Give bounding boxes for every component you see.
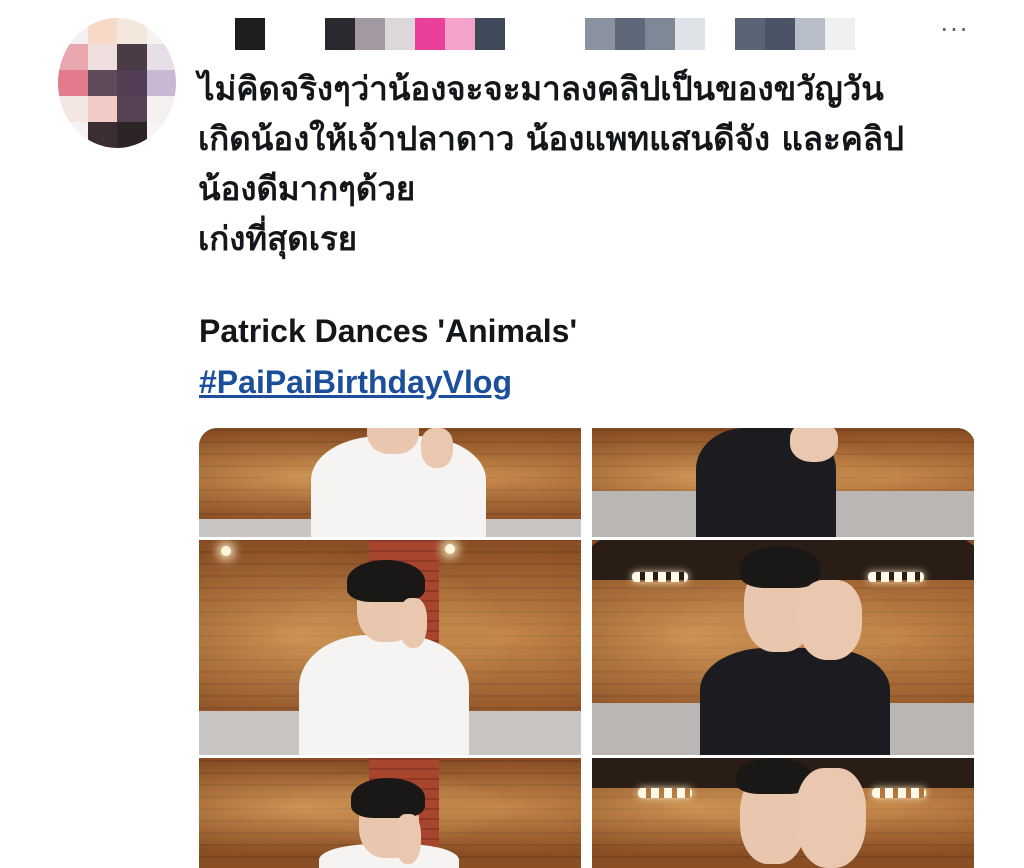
more-options-icon[interactable]: ··· xyxy=(935,18,975,48)
white-shirt xyxy=(299,635,469,755)
hand xyxy=(796,768,866,868)
ceiling-lights xyxy=(868,572,924,582)
hand xyxy=(399,598,427,648)
tweet-text-line: ไม่คิดจริงๆว่าน้องจะจะมาลงคลิปเป็นของขวั… xyxy=(198,69,884,108)
author-handle-blurred[interactable] xyxy=(585,18,855,50)
wall-lamp xyxy=(445,544,455,554)
avatar-mosaic xyxy=(58,18,176,148)
wall-lamp xyxy=(221,546,231,556)
hashtag-link[interactable]: #PaiPaiBirthdayVlog xyxy=(199,364,512,401)
tweet-text-line: น้องดีมากๆด้วย xyxy=(198,169,416,208)
avatar[interactable] xyxy=(58,18,176,148)
video-frame xyxy=(592,758,974,868)
media-image-left[interactable]: · xyxy=(199,428,581,868)
video-title: Patrick Dances 'Animals' xyxy=(199,313,578,349)
video-frame xyxy=(199,540,581,755)
video-frame xyxy=(199,758,581,868)
video-frame xyxy=(592,540,974,755)
hand xyxy=(395,814,421,864)
tweet-text-line: เก่งที่สุดเรย xyxy=(198,219,358,258)
media-image-right[interactable] xyxy=(592,428,974,868)
media-attachment[interactable]: · xyxy=(199,428,975,868)
hair xyxy=(740,546,820,588)
ceiling-lights xyxy=(638,788,692,798)
ceiling-lights xyxy=(872,788,926,798)
author-header: ··· xyxy=(205,18,975,56)
hand xyxy=(421,428,453,468)
video-frame: · xyxy=(199,428,581,537)
hair xyxy=(347,560,425,602)
hair xyxy=(351,778,425,818)
watermark: · xyxy=(205,524,208,533)
author-name-blurred[interactable] xyxy=(205,18,505,50)
tweet-text: ไม่คิดจริงๆว่าน้องจะจะมาลงคลิปเป็นของขวั… xyxy=(198,64,988,264)
hand xyxy=(790,428,838,462)
video-frame xyxy=(592,428,974,537)
hand xyxy=(798,580,862,660)
tweet: ··· ไม่คิดจริงๆว่าน้องจะจะมาลงคลิปเป็นขอ… xyxy=(0,0,1024,868)
ceiling-lights xyxy=(632,572,688,582)
black-shirt xyxy=(700,648,890,755)
tweet-text-line: เกิดน้องให้เจ้าปลาดาว น้องแพทแสนดีจัง แล… xyxy=(198,119,904,158)
